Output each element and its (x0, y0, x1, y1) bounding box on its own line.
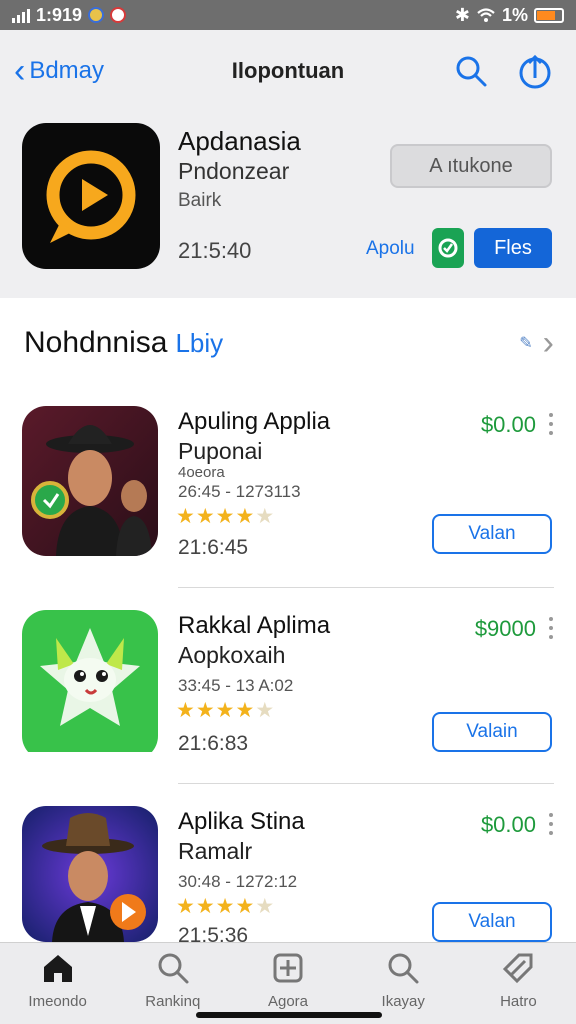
app-price: $0.00 (480, 412, 536, 437)
star-icon: ★ (215, 895, 235, 918)
divider (178, 587, 554, 588)
search-icon (158, 953, 189, 984)
featured-action-button[interactable]: Fles (474, 228, 552, 268)
star-icon: ★ (176, 505, 195, 528)
star-icon: ★ (176, 895, 195, 918)
tab-more[interactable]: Hatro (461, 943, 576, 1024)
featured-app-name: Apdanasia (178, 126, 301, 156)
chevron-right-icon: › (542, 324, 554, 362)
tab-label: Agora (267, 993, 309, 1010)
status-time: 1:919 (36, 4, 83, 25)
more-options-icon[interactable] (544, 810, 558, 838)
rating-stars: ★ ★ ★ ★ ★ (176, 504, 274, 529)
featured-app-subtitle: Pndonzear (178, 158, 290, 184)
app-price: $0.00 (480, 812, 536, 837)
record-icon (110, 7, 127, 23)
rating-stars: ★ ★ ★ ★ ★ (176, 894, 274, 919)
notification-icon (88, 7, 105, 23)
star-icon: ★ (235, 505, 255, 528)
app-time: 21:6:45 (178, 536, 249, 559)
app-action-button[interactable]: Valan (432, 514, 552, 554)
section-title-text: Nohdnnisa (24, 326, 168, 359)
featured-link[interactable]: Apolu (366, 238, 415, 260)
add-icon (273, 953, 303, 983)
app-time: 21:6:83 (178, 732, 249, 755)
status-bar: 1:919 ✱ 1% (0, 0, 576, 30)
star-empty-icon: ★ (255, 895, 275, 918)
rating-stars: ★ ★ ★ ★ ★ (176, 698, 274, 723)
tab-label: Ikayay (381, 993, 425, 1010)
star-icon: ★ (215, 699, 235, 722)
featured-app-icon[interactable] (22, 123, 160, 269)
app-subtitle: Aopkoxaih (178, 642, 286, 668)
battery-percent: 1% (501, 4, 528, 25)
app-icon (22, 610, 158, 760)
divider (178, 783, 554, 784)
battery-icon (534, 7, 564, 23)
star-icon: ★ (195, 505, 215, 528)
app-icon (22, 806, 158, 942)
bluetooth-icon: ✱ (454, 4, 470, 25)
app-list-item[interactable]: Rakkal Aplima Aopkoxaih 33:45 - 13 A:02 … (0, 610, 576, 806)
featured-app-time: 21:5:40 (178, 238, 252, 263)
app-subtitle: Ramalr (178, 838, 253, 864)
star-icon: ★ (235, 895, 255, 918)
app-price: $9000 (474, 616, 536, 641)
wifi-icon (477, 8, 495, 22)
pencil-icon: ✎ (519, 335, 533, 352)
tab-label: Rankinq (145, 993, 201, 1010)
star-icon: ★ (235, 699, 255, 722)
more-options-icon[interactable] (544, 410, 558, 438)
tab-label: Hatro (500, 993, 537, 1010)
star-icon: ★ (176, 699, 195, 722)
check-badge-icon[interactable] (432, 228, 464, 268)
navbar: ‹ Bdmay Ilopontuan (0, 30, 576, 114)
signal-icon (12, 7, 30, 23)
top-panel: ‹ Bdmay Ilopontuan Apdanasia Pndonzear B… (0, 30, 576, 298)
section-more-button[interactable]: ✎ › (519, 326, 554, 360)
app-action-button[interactable]: Valan (432, 902, 552, 942)
app-icon (22, 406, 158, 556)
featured-input-field[interactable]: A ıtukone (390, 144, 552, 188)
more-options-icon[interactable] (544, 614, 558, 642)
tab-label: Imeondo (28, 993, 87, 1010)
star-icon: ★ (195, 895, 215, 918)
star-empty-icon: ★ (255, 505, 275, 528)
tag-icon (503, 953, 533, 984)
app-meta: 26:45 - 1273113 (178, 482, 301, 501)
section-title: Nohdnnisa Lbiy (24, 326, 223, 360)
app-title: Apuling Applia (178, 408, 331, 435)
app-title: Aplika Stina (178, 808, 305, 835)
search-icon[interactable] (452, 52, 490, 90)
app-title: Rakkal Aplima (178, 612, 331, 639)
app-list-item[interactable]: Apuling Applia Puponai 4oeora 26:45 - 12… (0, 406, 576, 602)
app-subtitle: Puponai (178, 438, 263, 464)
app-meta: 33:45 - 13 A:02 (178, 676, 294, 695)
share-icon[interactable] (516, 52, 554, 90)
app-action-button[interactable]: Valain (432, 712, 552, 752)
home-icon (43, 955, 72, 982)
app-tag: 4oeora (178, 464, 225, 481)
star-empty-icon: ★ (255, 699, 275, 722)
star-icon: ★ (215, 505, 235, 528)
search-icon (388, 953, 419, 984)
home-indicator[interactable] (196, 1012, 382, 1018)
featured-app-developer: Bairk (178, 190, 222, 211)
app-meta: 30:48 - 1272:12 (178, 872, 298, 891)
star-icon: ★ (195, 699, 215, 722)
section-title-accent[interactable]: Lbiy (175, 328, 223, 358)
tab-home[interactable]: Imeondo (0, 943, 115, 1024)
